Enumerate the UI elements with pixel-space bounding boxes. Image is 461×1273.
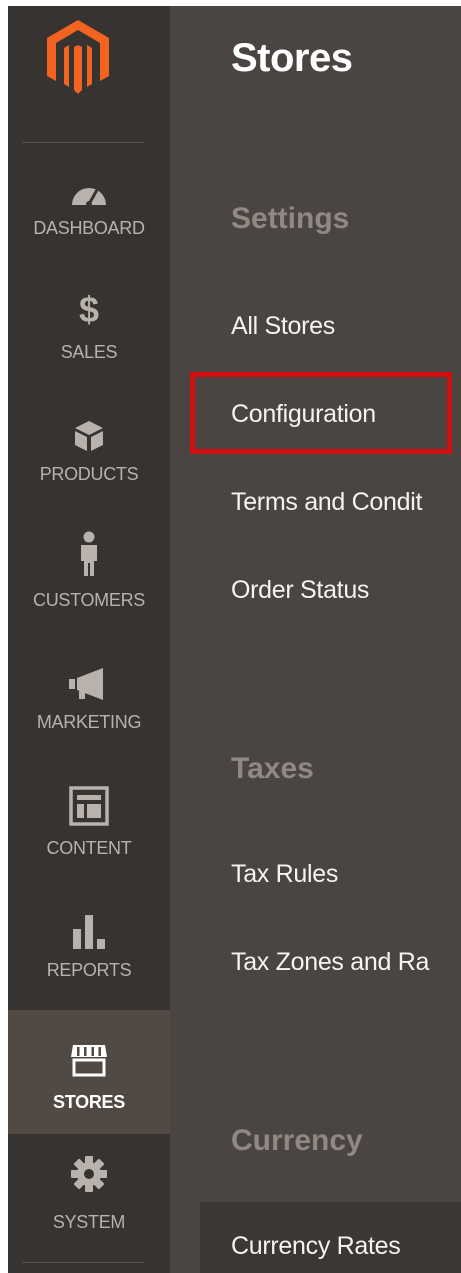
menu-link-configuration[interactable]: Configuration	[231, 400, 376, 429]
nav-item-content[interactable]: CONTENT	[8, 774, 170, 898]
group-title-currency: Currency	[231, 1124, 363, 1157]
nav-label-dashboard: DASHBOARD	[33, 218, 145, 238]
nav-label-customers: CUSTOMERS	[33, 590, 145, 610]
person-icon	[8, 531, 170, 576]
group-title-taxes: Taxes	[231, 752, 314, 785]
menu-link-order-status[interactable]: Order Status	[231, 576, 369, 605]
nav-label-sales: SALES	[60, 342, 118, 362]
nav-label-products: PRODUCTS	[39, 464, 139, 484]
logo-area	[8, 6, 170, 146]
nav-label-system: SYSTEM	[52, 1212, 126, 1232]
bar-chart-icon	[8, 912, 170, 952]
nav-item-customers[interactable]: CUSTOMERS	[8, 526, 170, 650]
stores-flyout-panel: Stores Settings All Stores Configuration…	[170, 6, 461, 1273]
nav-label-content: CONTENT	[46, 838, 132, 858]
nav-label-marketing: MARKETING	[36, 712, 142, 732]
menu-link-terms-and-conditions[interactable]: Terms and Condit	[231, 488, 422, 517]
layout-icon	[8, 786, 170, 826]
dollar-icon: $	[78, 289, 100, 330]
menu-link-all-stores[interactable]: All Stores	[231, 312, 335, 341]
nav-item-stores[interactable]: STORES	[8, 1010, 170, 1134]
logo-divider	[22, 142, 144, 143]
admin-sidebar: DASHBOARD $ SALES PRODUCTS CUSTOMERS MAR…	[8, 6, 170, 1273]
dashboard-icon	[8, 174, 170, 214]
sidebar-bottom-divider	[22, 1262, 144, 1263]
menu-link-tax-rules[interactable]: Tax Rules	[231, 860, 338, 889]
nav-label-stores: STORES	[53, 1092, 125, 1112]
group-title-settings: Settings	[231, 202, 350, 235]
nav-item-sales[interactable]: $ SALES	[8, 278, 170, 402]
storefront-icon	[8, 1040, 170, 1080]
nav-item-marketing[interactable]: MARKETING	[8, 650, 170, 774]
menu-link-currency-rates[interactable]: Currency Rates	[231, 1232, 401, 1261]
gear-icon	[8, 1154, 170, 1194]
nav-item-reports[interactable]: REPORTS	[8, 898, 170, 1022]
panel-title: Stores	[231, 36, 353, 80]
megaphone-icon	[8, 664, 170, 704]
nav-item-dashboard[interactable]: DASHBOARD	[8, 154, 170, 278]
nav-item-system[interactable]: SYSTEM	[8, 1146, 170, 1270]
box-icon	[8, 416, 170, 456]
magento-logo-icon[interactable]	[47, 20, 109, 94]
nav-label-reports: REPORTS	[46, 960, 132, 980]
menu-link-tax-zones-and-rates[interactable]: Tax Zones and Ra	[231, 948, 429, 977]
nav-item-products[interactable]: PRODUCTS	[8, 402, 170, 526]
